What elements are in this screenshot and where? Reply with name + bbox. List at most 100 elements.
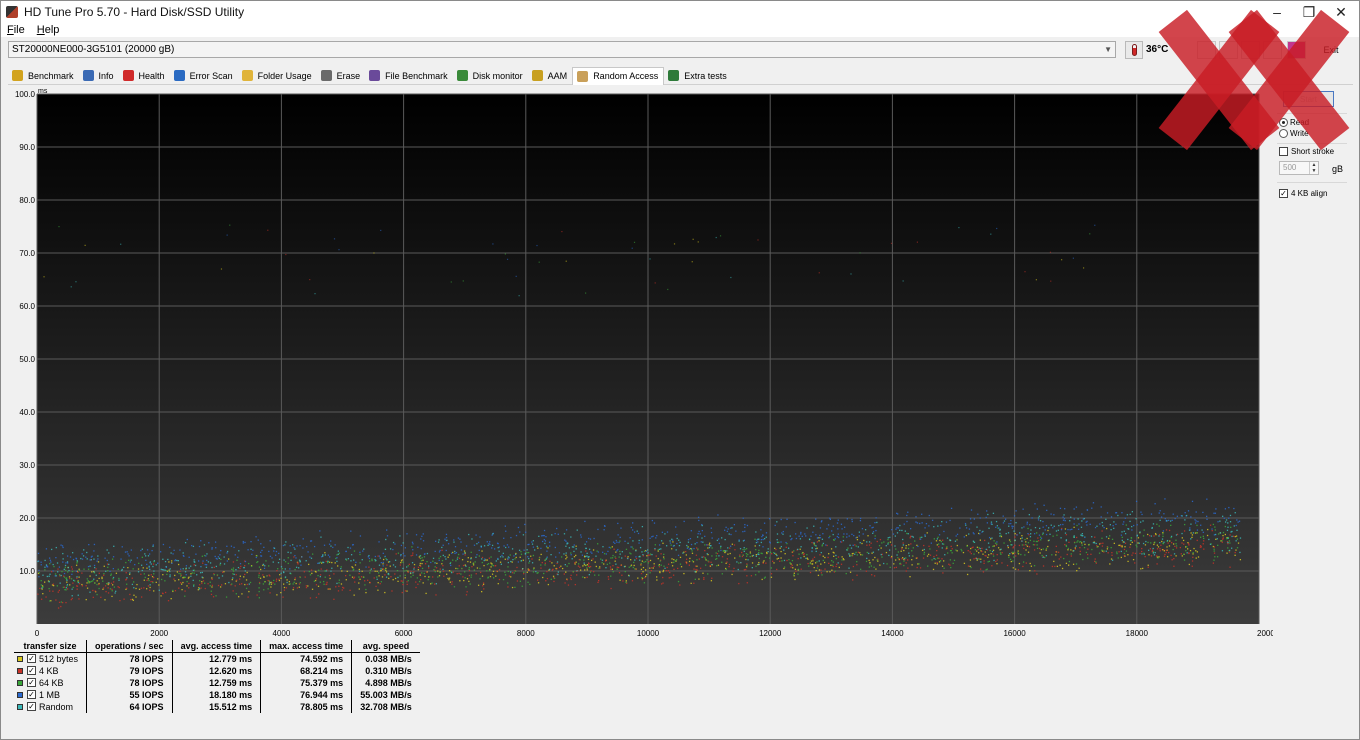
data-point	[173, 549, 175, 551]
series-checkbox[interactable]: ✓	[27, 702, 36, 711]
outlier-point	[285, 253, 287, 256]
data-point	[821, 574, 823, 576]
tab-info[interactable]: Info	[79, 67, 119, 85]
series-checkbox[interactable]: ✓	[27, 654, 36, 664]
data-point	[1045, 549, 1047, 551]
start-button[interactable]: Start	[1283, 91, 1334, 107]
tab-health[interactable]: Health	[119, 67, 170, 85]
data-point	[45, 596, 47, 598]
data-point	[1181, 537, 1183, 539]
data-point	[1226, 552, 1228, 554]
menu-help[interactable]: Help	[31, 24, 66, 36]
write-option[interactable]: Write	[1279, 129, 1309, 138]
data-point	[445, 536, 448, 539]
transfer-size-label: 512 bytes	[39, 653, 79, 664]
restore-button[interactable]: ❐	[1293, 1, 1325, 23]
tab-folder-usage[interactable]: Folder Usage	[238, 67, 317, 85]
data-point	[207, 583, 209, 585]
data-point	[194, 564, 197, 567]
tab-erase[interactable]: Erase	[317, 67, 366, 85]
tab-extra-tests[interactable]: Extra tests	[664, 67, 732, 85]
align-option[interactable]: ✓ 4 KB align	[1279, 189, 1327, 198]
align-checkbox[interactable]: ✓	[1279, 189, 1288, 198]
data-point	[817, 565, 819, 567]
data-point	[545, 580, 547, 582]
data-point	[531, 543, 534, 545]
data-point	[812, 558, 814, 560]
data-point	[340, 566, 342, 568]
tab-error-scan[interactable]: Error Scan	[170, 67, 238, 85]
data-point	[885, 551, 888, 554]
data-point	[595, 565, 597, 568]
data-point	[82, 555, 85, 557]
tab-aam[interactable]: AAM	[528, 67, 573, 85]
write-radio[interactable]	[1279, 129, 1288, 138]
data-point	[65, 589, 67, 591]
data-point	[815, 548, 817, 550]
minimize-button[interactable]: –	[1261, 1, 1293, 23]
options-icon[interactable]	[1263, 41, 1282, 59]
info-registration-icon[interactable]	[1287, 41, 1306, 59]
close-button[interactable]: ✕	[1325, 1, 1357, 23]
data-point	[376, 570, 378, 572]
data-point	[851, 533, 853, 535]
tab-benchmark[interactable]: Benchmark	[8, 67, 79, 85]
data-point	[540, 567, 542, 569]
data-point	[725, 562, 727, 565]
data-point	[791, 559, 794, 562]
data-point	[621, 557, 623, 559]
series-checkbox[interactable]: ✓	[27, 690, 36, 699]
short-stroke-option[interactable]: Short stroke	[1279, 147, 1334, 156]
data-point	[993, 545, 995, 547]
series-checkbox[interactable]: ✓	[27, 678, 36, 687]
data-point	[490, 562, 492, 564]
data-point	[268, 565, 270, 567]
data-point	[1188, 544, 1190, 546]
data-point	[201, 581, 203, 583]
data-point	[908, 552, 910, 554]
copy-icon[interactable]	[1197, 41, 1216, 59]
menu-file[interactable]: File	[1, 24, 31, 36]
data-point	[733, 523, 736, 526]
data-point	[148, 565, 150, 568]
data-point	[374, 570, 376, 572]
tab-file-benchmark[interactable]: File Benchmark	[365, 67, 453, 85]
outlier-point	[584, 292, 587, 294]
data-point	[663, 558, 665, 560]
read-option[interactable]: Read	[1279, 118, 1309, 127]
data-point	[492, 577, 495, 579]
data-point	[270, 581, 272, 584]
data-point	[774, 547, 776, 550]
data-point	[603, 563, 605, 565]
data-point	[81, 572, 83, 574]
data-point	[612, 554, 614, 557]
copy-all-icon[interactable]	[1219, 41, 1238, 59]
tab-random-access[interactable]: Random Access	[572, 66, 665, 85]
read-radio[interactable]	[1279, 118, 1288, 127]
drive-select[interactable]: ST20000NE000-3G5101 (20000 gB) ▼	[8, 41, 1116, 58]
data-point	[331, 567, 333, 569]
data-point	[1067, 528, 1069, 531]
data-point	[536, 545, 538, 548]
short-stroke-stepper[interactable]: 500 ▲ ▼	[1279, 161, 1319, 175]
data-point	[757, 563, 759, 566]
data-point	[1007, 546, 1010, 549]
data-point	[238, 583, 241, 585]
data-point	[376, 578, 378, 580]
exit-button[interactable]: Exit	[1313, 41, 1349, 59]
data-point	[202, 560, 204, 562]
data-point	[768, 541, 771, 543]
random-access-icon	[577, 70, 589, 82]
data-point	[1229, 542, 1231, 544]
data-point	[786, 518, 788, 520]
tab-disk-monitor[interactable]: Disk monitor	[453, 67, 528, 85]
data-point	[364, 580, 366, 582]
data-point	[899, 529, 901, 532]
series-checkbox[interactable]: ✓	[27, 666, 36, 675]
data-point	[651, 519, 654, 522]
stepper-arrows-icon[interactable]: ▲ ▼	[1309, 162, 1318, 174]
data-point	[1087, 557, 1089, 559]
short-stroke-label: Short stroke	[1291, 147, 1335, 156]
camera-icon[interactable]	[1241, 41, 1260, 59]
short-stroke-checkbox[interactable]	[1279, 147, 1288, 156]
